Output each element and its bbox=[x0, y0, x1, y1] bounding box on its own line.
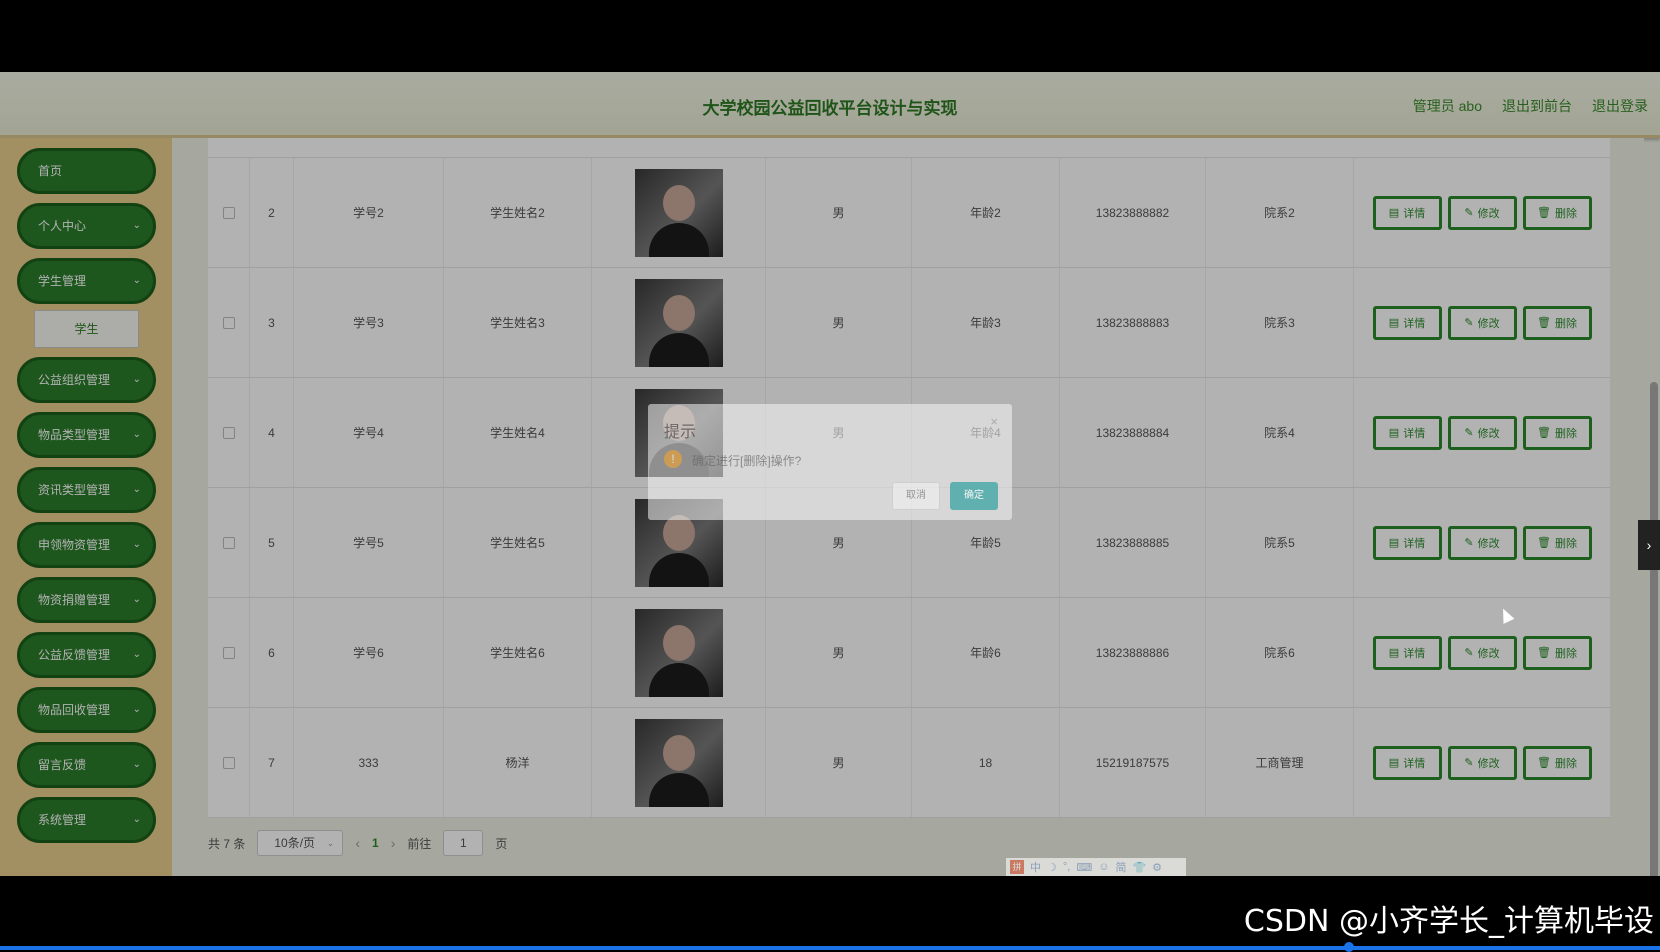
warning-icon: ! bbox=[664, 450, 682, 468]
vertical-scrollbar[interactable] bbox=[1648, 142, 1658, 872]
progress-handle bbox=[1344, 942, 1354, 952]
scrollbar-thumb[interactable] bbox=[1650, 382, 1658, 876]
close-icon[interactable]: × bbox=[990, 414, 998, 429]
watermark: CSDN @小齐学长_计算机毕设 bbox=[1244, 896, 1654, 940]
side-panel-toggle[interactable]: › bbox=[1638, 520, 1660, 570]
ime-icon: 简 bbox=[1115, 859, 1126, 875]
ime-icon: 👕 bbox=[1132, 861, 1146, 874]
ime-icon: ☺ bbox=[1098, 861, 1109, 873]
ime-icon: 中 bbox=[1030, 859, 1041, 875]
confirm-dialog: 提示 × ! 确定进行[删除]操作? 取消 确定 bbox=[648, 404, 1012, 520]
ime-toolbar: 拼 中 ☽ °, ⌨ ☺ 简 👕 ⚙ bbox=[1006, 858, 1186, 876]
ime-logo-icon: 拼 bbox=[1010, 860, 1024, 874]
ime-icon: °, bbox=[1063, 861, 1070, 873]
dialog-message: 确定进行[删除]操作? bbox=[692, 452, 801, 469]
dialog-title: 提示 bbox=[664, 418, 696, 442]
ime-icon: ☽ bbox=[1047, 861, 1057, 874]
cancel-button[interactable]: 取消 bbox=[892, 482, 940, 510]
app-window: 大学校园公益回收平台设计与实现 管理员 abo 退出到前台 退出登录 首页个人中… bbox=[0, 72, 1660, 876]
confirm-button[interactable]: 确定 bbox=[950, 482, 998, 510]
ime-icon: ⚙ bbox=[1152, 861, 1162, 874]
video-progress-bar bbox=[0, 946, 1660, 950]
ime-icon: ⌨ bbox=[1076, 861, 1092, 874]
